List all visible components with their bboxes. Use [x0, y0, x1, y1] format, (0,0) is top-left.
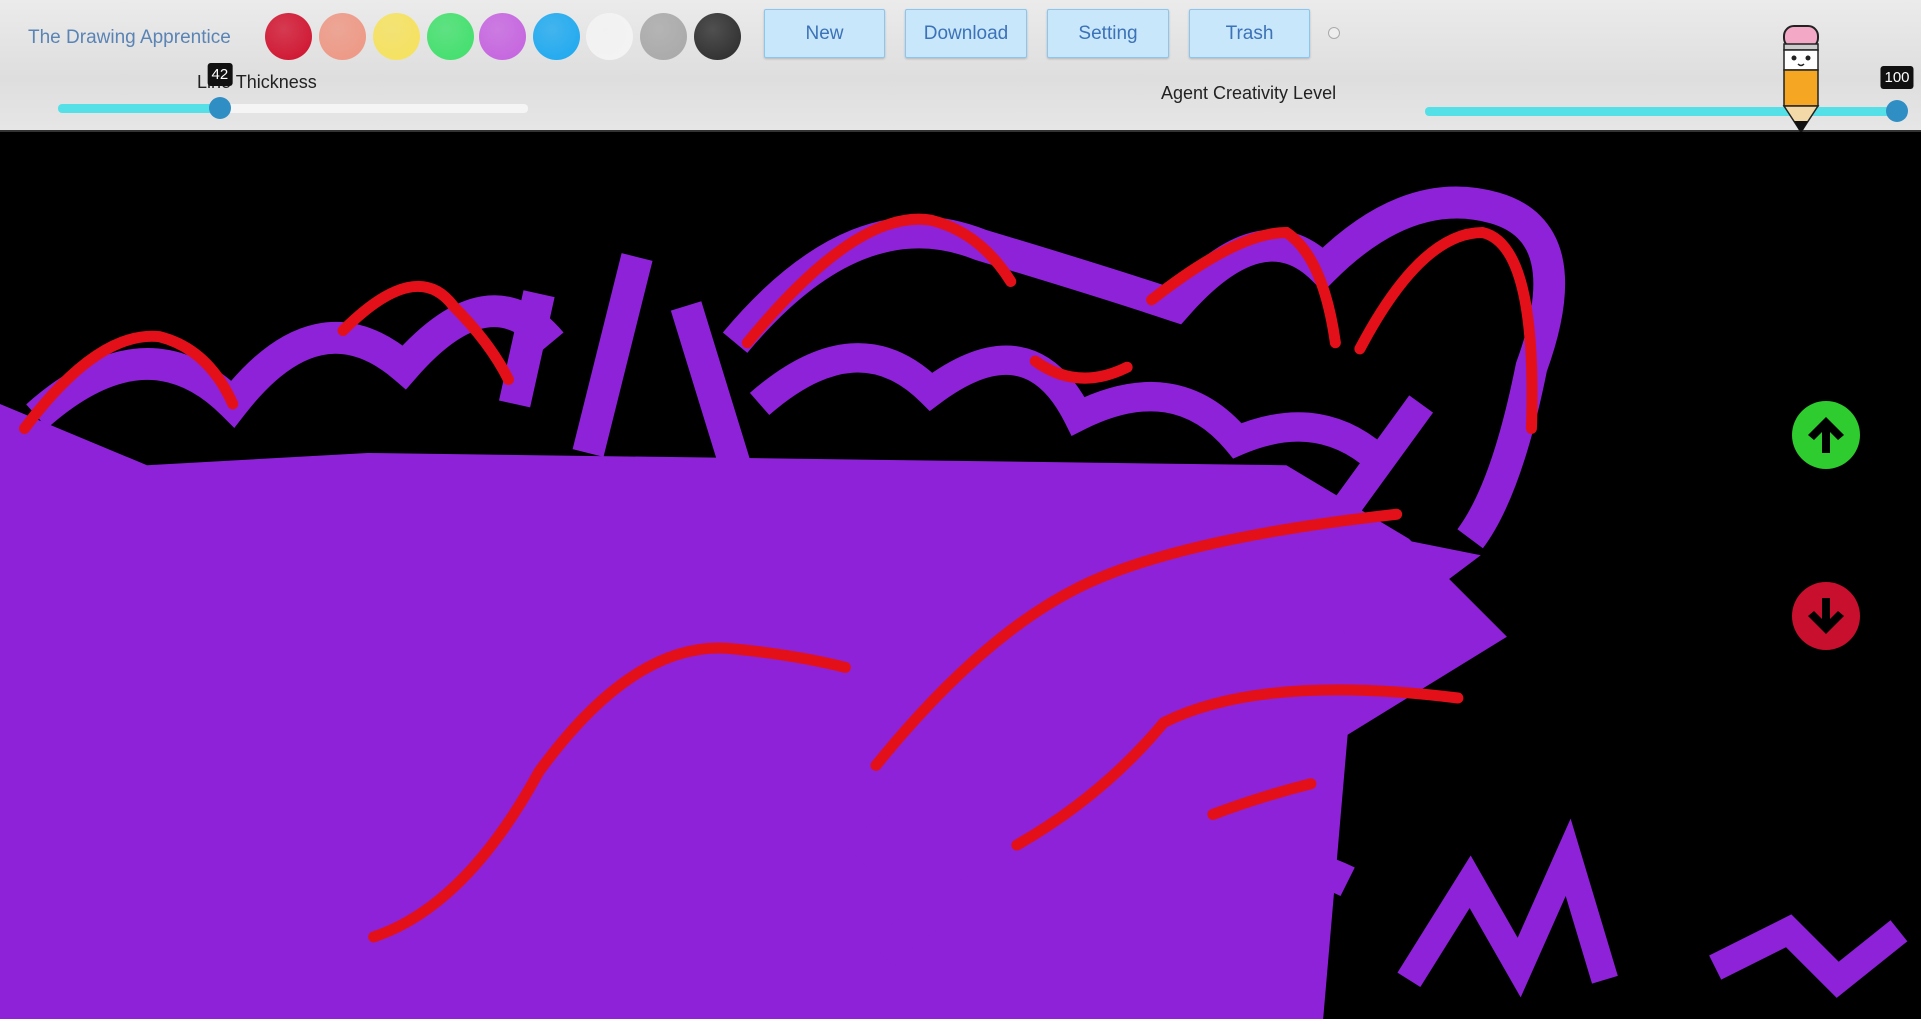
line-thickness-value: 42 [207, 63, 233, 86]
creativity-value: 100 [1880, 66, 1914, 89]
new-button[interactable]: New [764, 9, 885, 58]
drawing-canvas[interactable] [0, 132, 1921, 1019]
creativity-fill [1425, 107, 1897, 116]
color-swatch-blue[interactable] [533, 13, 580, 60]
arrow-up-icon [1808, 417, 1844, 453]
color-swatch-white[interactable] [586, 13, 633, 60]
color-swatch-red[interactable] [265, 13, 312, 60]
scroll-down-button[interactable] [1792, 582, 1860, 650]
setting-button[interactable]: Setting [1047, 9, 1169, 58]
creativity-slider[interactable]: 100 [1425, 66, 1914, 122]
status-dot [1328, 27, 1340, 39]
arrow-down-icon [1808, 598, 1844, 634]
scroll-up-button[interactable] [1792, 401, 1860, 469]
color-swatch-green[interactable] [427, 13, 474, 60]
color-swatch-black[interactable] [694, 13, 741, 60]
trash-button[interactable]: Trash [1189, 9, 1310, 58]
line-thickness-slider[interactable]: 42 [58, 63, 528, 119]
color-swatch-gray[interactable] [640, 13, 687, 60]
app-title: The Drawing Apprentice [28, 27, 231, 48]
line-thickness-fill [58, 104, 220, 113]
color-swatch-yellow[interactable] [373, 13, 420, 60]
toolbar-header: The Drawing Apprentice New Download Sett… [0, 0, 1921, 134]
color-swatch-salmon[interactable] [319, 13, 366, 60]
line-thickness-thumb[interactable] [208, 97, 231, 119]
user-stroke [0, 403, 1507, 1019]
creativity-thumb[interactable] [1886, 100, 1908, 122]
color-swatch-purple[interactable] [479, 13, 526, 60]
creativity-label: Agent Creativity Level [1161, 83, 1337, 103]
pencil-mascot-icon [1782, 25, 1820, 134]
download-button[interactable]: Download [905, 9, 1027, 58]
